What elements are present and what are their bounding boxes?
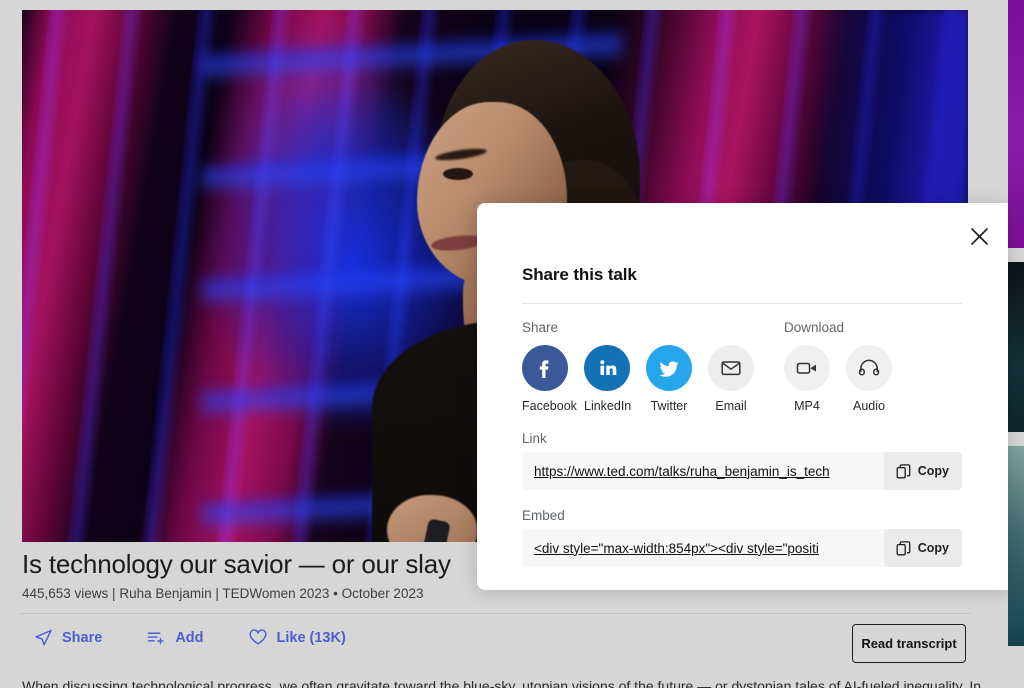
share-target-linkedin-label: LinkedIn xyxy=(584,399,632,413)
share-download-sections: Share Facebook LinkedIn Twitter Email Do… xyxy=(522,320,962,413)
share-section-label: Share xyxy=(522,320,559,335)
like-button[interactable]: Like (13K) xyxy=(248,628,346,647)
video-camera-glyph xyxy=(796,362,816,374)
suggested-video-thumbnail-2[interactable] xyxy=(1008,262,1024,432)
download-target-row: MP4 Audio xyxy=(784,345,962,413)
download-target-mp4[interactable]: MP4 xyxy=(784,345,830,413)
like-button-label: Like (13K) xyxy=(276,629,346,646)
email-icon xyxy=(708,345,754,391)
embed-field[interactable]: Copy xyxy=(522,529,962,567)
copy-embed-button[interactable]: Copy xyxy=(883,529,962,567)
heart-icon xyxy=(249,629,266,645)
embed-field-label: Embed xyxy=(522,508,565,523)
embed-field-block: Embed Copy xyxy=(522,508,962,567)
download-target-mp4-label: MP4 xyxy=(794,399,820,413)
headphones-glyph xyxy=(858,359,880,376)
speaker-eye xyxy=(443,168,473,180)
download-target-audio[interactable]: Audio xyxy=(846,345,892,413)
headphones-icon xyxy=(846,345,892,391)
add-to-list-icon xyxy=(148,632,165,645)
share-modal-title: Share this talk xyxy=(522,265,637,284)
share-target-email[interactable]: Email xyxy=(708,345,754,413)
share-modal-body: Share this talk Share Facebook LinkedIn … xyxy=(477,203,1008,567)
link-field[interactable]: Copy xyxy=(522,452,962,490)
close-icon[interactable] xyxy=(962,219,996,253)
copy-icon xyxy=(896,463,911,478)
share-target-twitter[interactable]: Twitter xyxy=(646,345,692,413)
twitter-icon xyxy=(646,345,692,391)
talk-description: When discussing technological progress, … xyxy=(22,678,982,688)
download-section: Download MP4 Audio xyxy=(784,320,962,413)
modal-divider xyxy=(522,303,962,304)
close-x-glyph xyxy=(970,227,988,245)
share-section: Share Facebook LinkedIn Twitter Email xyxy=(522,320,784,413)
envelope-glyph xyxy=(721,361,741,376)
share-target-facebook-label: Facebook xyxy=(522,399,577,413)
page-root: Share this talk Share Facebook LinkedIn … xyxy=(0,0,1024,688)
talk-metadata: 445,653 views | Ruha Benjamin | TEDWomen… xyxy=(22,586,424,601)
linkedin-in-glyph xyxy=(600,360,617,375)
link-field-label: Link xyxy=(522,431,547,446)
read-transcript-button[interactable]: Read transcript xyxy=(852,624,966,663)
download-target-audio-label: Audio xyxy=(853,399,885,413)
share-target-row: Facebook LinkedIn Twitter Email xyxy=(522,345,784,413)
copy-link-button[interactable]: Copy xyxy=(883,452,962,490)
copy-link-label: Copy xyxy=(917,464,949,478)
suggested-video-thumbnail-1[interactable] xyxy=(1008,0,1024,248)
action-bar-divider xyxy=(20,613,970,614)
copy-icon xyxy=(896,540,911,555)
suggested-video-thumbnail-3[interactable] xyxy=(1008,446,1024,646)
share-target-facebook[interactable]: Facebook xyxy=(522,345,577,413)
strip-gap-1 xyxy=(1008,248,1024,262)
copy-embed-label: Copy xyxy=(917,541,949,555)
twitter-bird-glyph xyxy=(659,361,679,377)
share-target-twitter-label: Twitter xyxy=(650,399,688,413)
facebook-f-glyph xyxy=(539,360,549,378)
facebook-icon xyxy=(522,345,568,391)
strip-gap-2 xyxy=(1008,432,1024,446)
page-title: Is technology our savior — or our slay xyxy=(22,549,451,579)
share-button-label: Share xyxy=(62,629,103,646)
share-modal: Share this talk Share Facebook LinkedIn … xyxy=(477,203,1008,590)
linkedin-icon xyxy=(584,345,630,391)
action-bar: Share Add Like (13K) xyxy=(34,628,346,647)
share-button[interactable]: Share xyxy=(34,628,102,647)
download-section-label: Download xyxy=(784,320,845,335)
add-button[interactable]: Add xyxy=(146,628,204,647)
add-button-label: Add xyxy=(175,629,204,646)
share-target-linkedin[interactable]: LinkedIn xyxy=(584,345,632,413)
share-target-email-label: Email xyxy=(715,399,747,413)
link-field-block: Link Copy xyxy=(522,431,962,490)
paper-plane-icon xyxy=(35,629,52,646)
video-camera-icon xyxy=(784,345,830,391)
suggested-videos-strip xyxy=(1008,0,1024,688)
